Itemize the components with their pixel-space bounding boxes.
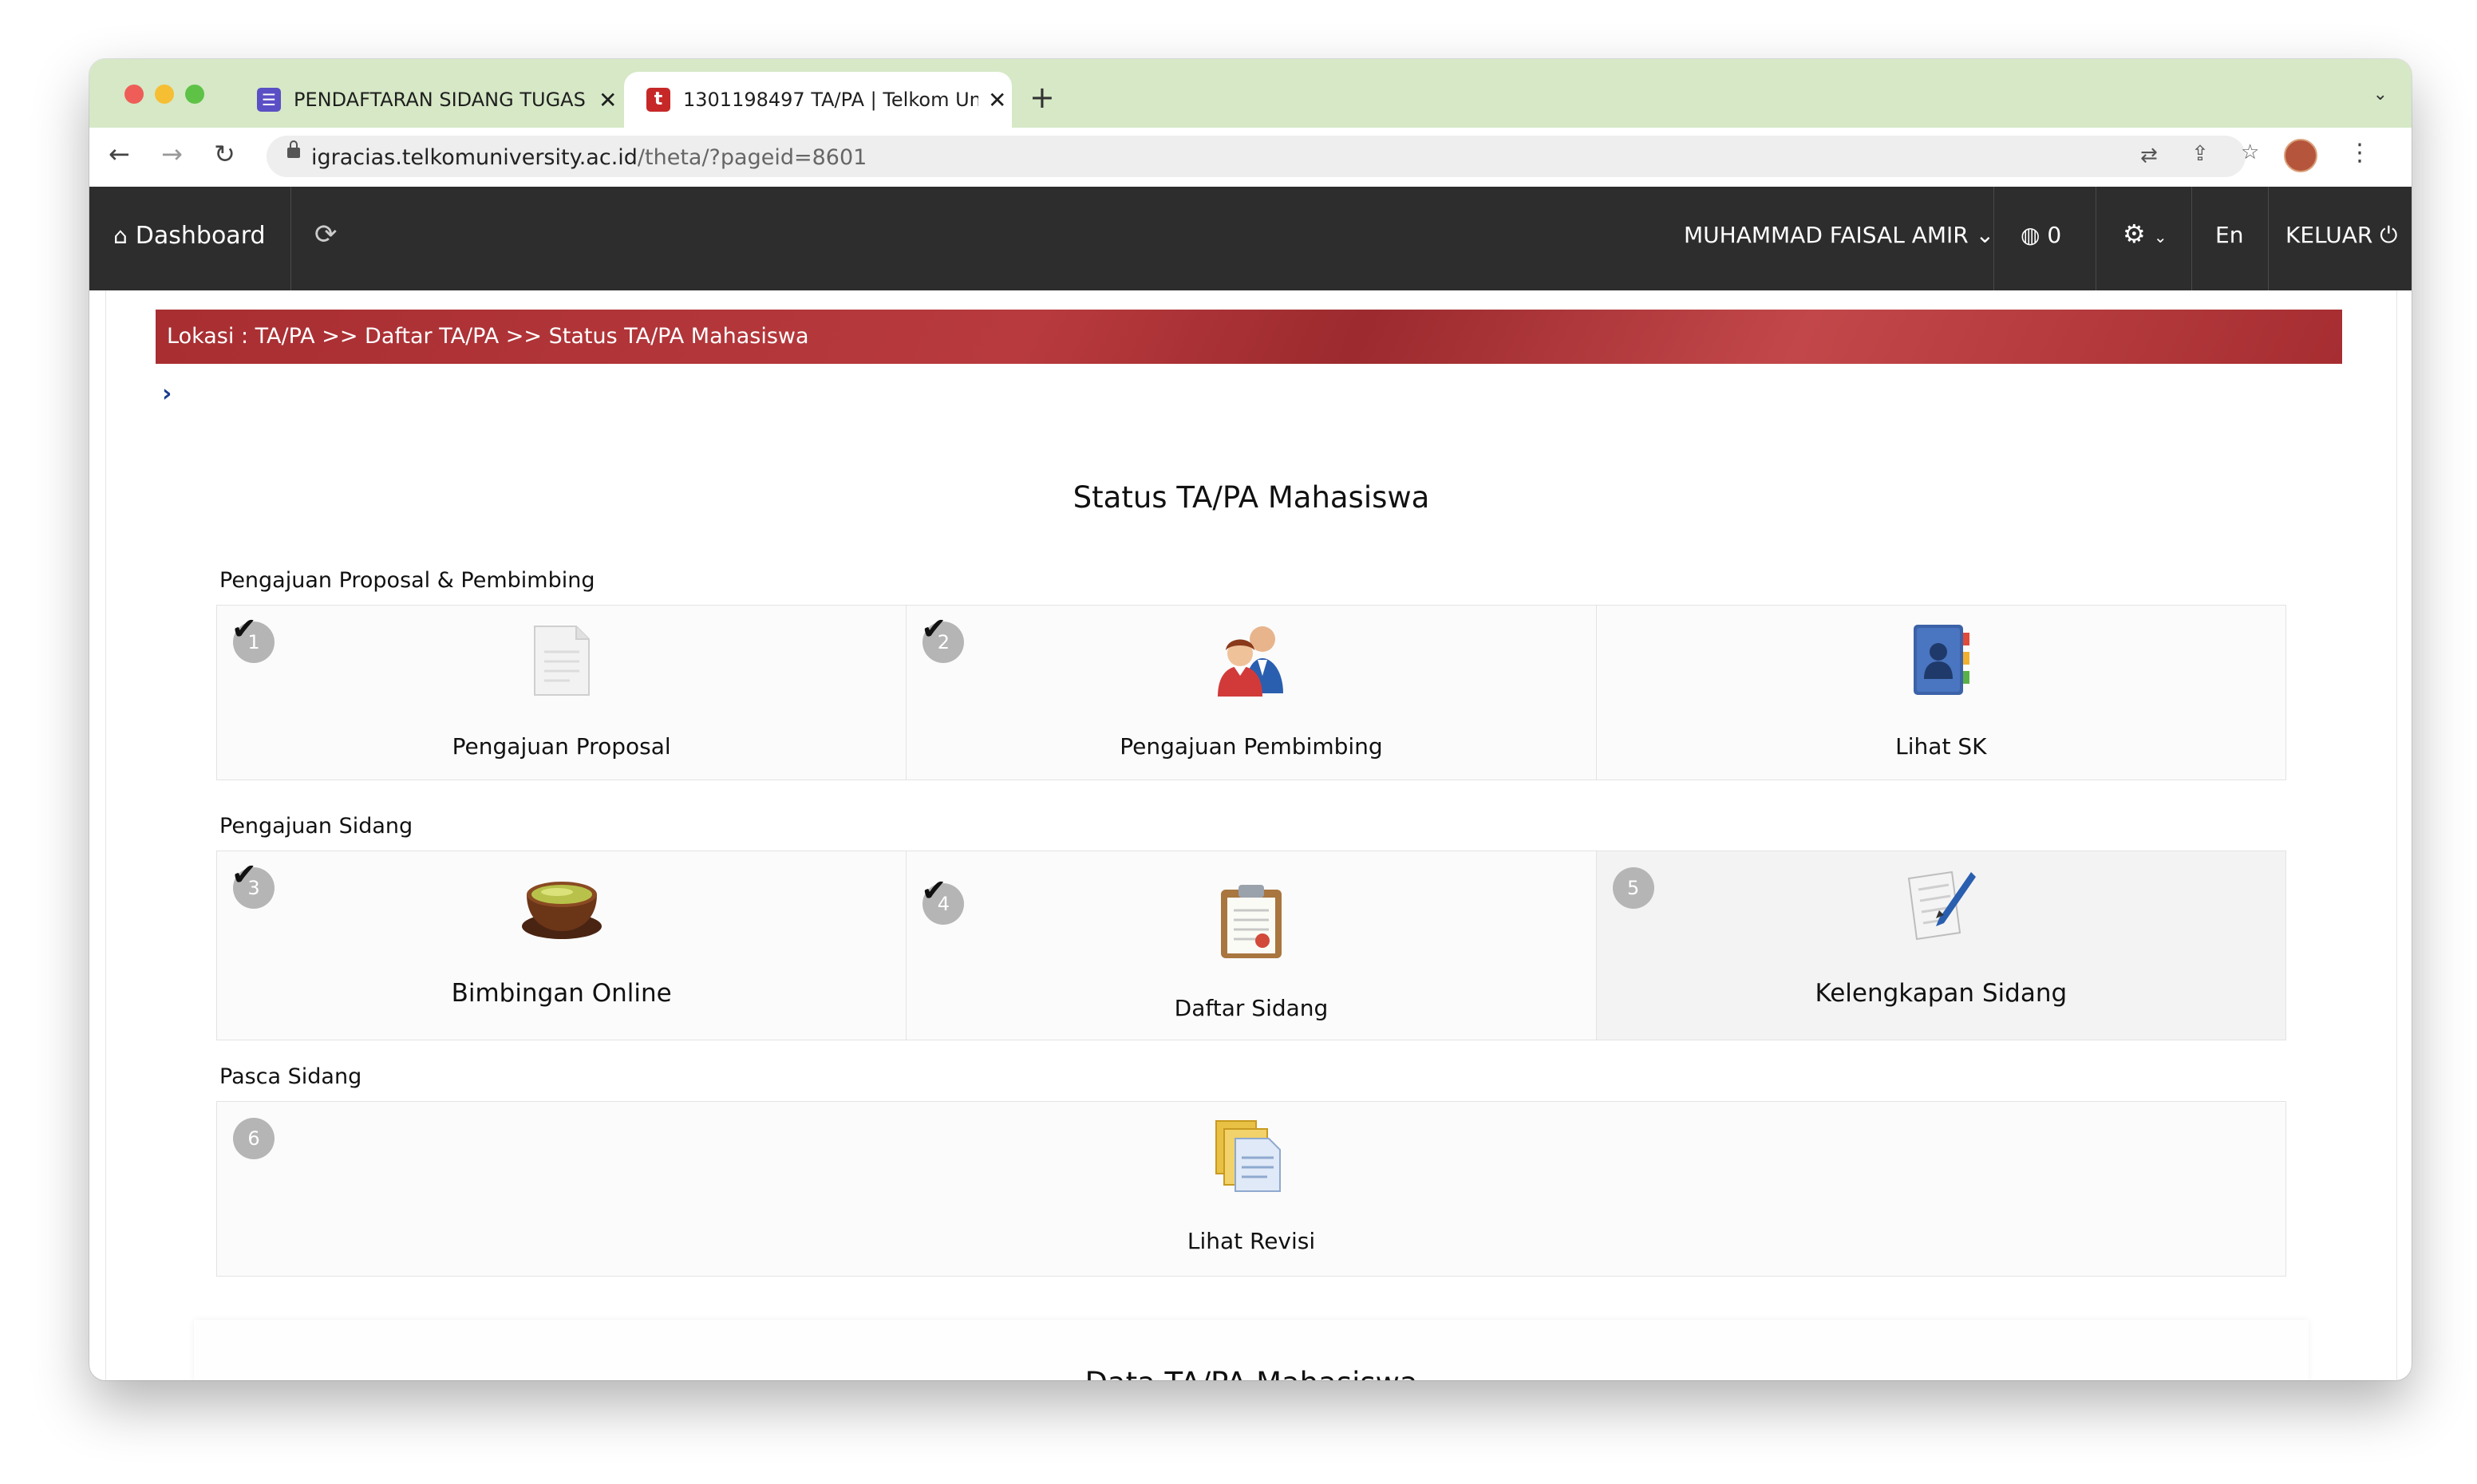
people-icon [1210,622,1293,701]
checkmark-icon: ✔ [921,873,947,908]
divider [1993,187,1994,290]
close-window-button[interactable] [124,85,144,104]
form-icon: ☰ [257,88,281,112]
address-bar[interactable]: igracias.telkomuniversity.ac.id/theta/?p… [267,136,2259,177]
step-label: Lihat SK [1895,733,1987,760]
checkmark-icon: ✔ [231,857,257,892]
step-card-bimbingan-online[interactable]: 3 ✔ Bimbingan Online [217,851,907,1040]
step-card-lihat-sk[interactable]: Lihat SK [1597,606,2285,779]
logout-button[interactable]: KELUAR ⏻ [2285,222,2397,249]
paper-pen-icon [1902,867,1979,944]
step-label: Pengajuan Proposal [452,733,671,760]
step-card-lihat-revisi[interactable]: 6 Lihat Revisi [217,1102,2285,1276]
forward-icon[interactable]: → [161,139,183,169]
user-menu[interactable]: MUHAMMAD FAISAL AMIR ⌄ [1684,222,1994,248]
data-section-title: Data TA/PA Mahasiswa [106,1366,2396,1380]
close-icon[interactable]: ✕ [599,87,617,113]
share-icon[interactable]: ⇪ [2191,142,2209,166]
main-content: Lokasi : TA/PA >> Daftar TA/PA >> Status… [105,290,2397,1380]
refresh-icon[interactable]: ⟳ [314,219,338,251]
divider [2191,187,2192,290]
profile-avatar[interactable] [2284,139,2317,172]
clipboard-icon [1218,883,1285,963]
close-icon[interactable]: ✕ [988,87,1006,113]
reload-icon[interactable]: ↻ [214,139,235,169]
url-text: igracias.telkomuniversity.ac.id/theta/?p… [311,145,867,170]
home-icon: ⌂ [113,223,128,249]
step-label: Kelengkapan Sidang [1815,979,2068,1008]
step-label: Daftar Sidang [1174,995,1329,1021]
back-icon[interactable]: ← [109,139,130,169]
step-row: 6 Lihat Revisi [216,1101,2286,1277]
step-label: Lihat Revisi [1187,1228,1316,1254]
dashboard-label: Dashboard [135,222,266,250]
browser-tab-1[interactable]: ☰ PENDAFTARAN SIDANG TUGAS AKHIR ✕ [235,72,618,128]
checkmark-icon: ✔ [921,611,947,646]
files-icon [1213,1118,1290,1198]
site-header: ⌂ Dashboard ⟳ MUHAMMAD FAISAL AMIR ⌄ ◍ 0… [89,187,2412,290]
tab-strip: ☰ PENDAFTARAN SIDANG TUGAS AKHIR ✕ t 130… [89,59,2412,128]
browser-tab-2[interactable]: t 1301198497 TA/PA | Telkom University ✕ [624,72,1012,128]
document-icon [530,625,594,700]
browser-window: ☰ PENDAFTARAN SIDANG TUGAS AKHIR ✕ t 130… [89,59,2412,1380]
tea-cup-icon [520,870,603,945]
translate-icon[interactable]: ⇄ [2140,144,2158,168]
tab-search-icon[interactable]: ⌄ [2373,85,2388,105]
minimize-window-button[interactable] [155,85,174,104]
tab-title: 1301198497 TA/PA | Telkom University [683,89,978,111]
notification-button[interactable]: ◍ 0 [2021,222,2061,248]
step-card-pengajuan-proposal[interactable]: 1 ✔ Pengajuan Proposal [217,606,907,779]
browser-toolbar: ← → ↻ igracias.telkomuniversity.ac.id/th… [89,128,2412,187]
step-card-kelengkapan-sidang[interactable]: 5 Kelengkapan Sidang [1596,851,2285,1040]
section-label: Pengajuan Sidang [219,814,413,839]
telkom-icon: t [646,88,670,112]
step-number-badge: 5 [1612,867,1654,909]
settings-gear-icon[interactable]: ⚙ ⌄ [2123,219,2167,249]
address-book-icon [1909,622,1973,701]
page-title: Status TA/PA Mahasiswa [1073,480,1430,515]
lock-icon [287,140,300,158]
maximize-window-button[interactable] [185,85,204,104]
section-label: Pengajuan Proposal & Pembimbing [219,568,595,593]
step-label: Bimbingan Online [451,979,672,1008]
chevron-right-icon[interactable]: › [162,380,172,408]
step-card-pengajuan-pembimbing[interactable]: 2 ✔ Pengajuan Pembimbing [907,606,1597,779]
step-row: 3 ✔ Bimbingan Online 4 ✔ Daftar Sidang 5 [216,851,2286,1040]
step-label: Pengajuan Pembimbing [1120,733,1383,760]
dashboard-link[interactable]: ⌂ Dashboard [113,222,266,250]
browser-menu-icon[interactable]: ⋮ [2348,139,2372,167]
divider [290,187,291,290]
notification-count: 0 [2047,222,2062,248]
divider [2268,187,2269,290]
new-tab-button[interactable]: + [1029,80,1055,115]
checkmark-icon: ✔ [231,611,257,646]
step-row: 1 ✔ Pengajuan Proposal 2 ✔ Pengajuan Pem… [216,605,2286,780]
step-card-daftar-sidang[interactable]: 4 ✔ Daftar Sidang [907,851,1597,1040]
step-number-badge: 6 [233,1118,275,1159]
breadcrumb: Lokasi : TA/PA >> Daftar TA/PA >> Status… [156,310,2342,364]
section-label: Pasca Sidang [219,1064,362,1089]
bookmark-star-icon[interactable]: ☆ [2241,140,2259,164]
language-toggle[interactable]: En [2215,222,2243,248]
tab-title: PENDAFTARAN SIDANG TUGAS AKHIR [294,89,589,111]
